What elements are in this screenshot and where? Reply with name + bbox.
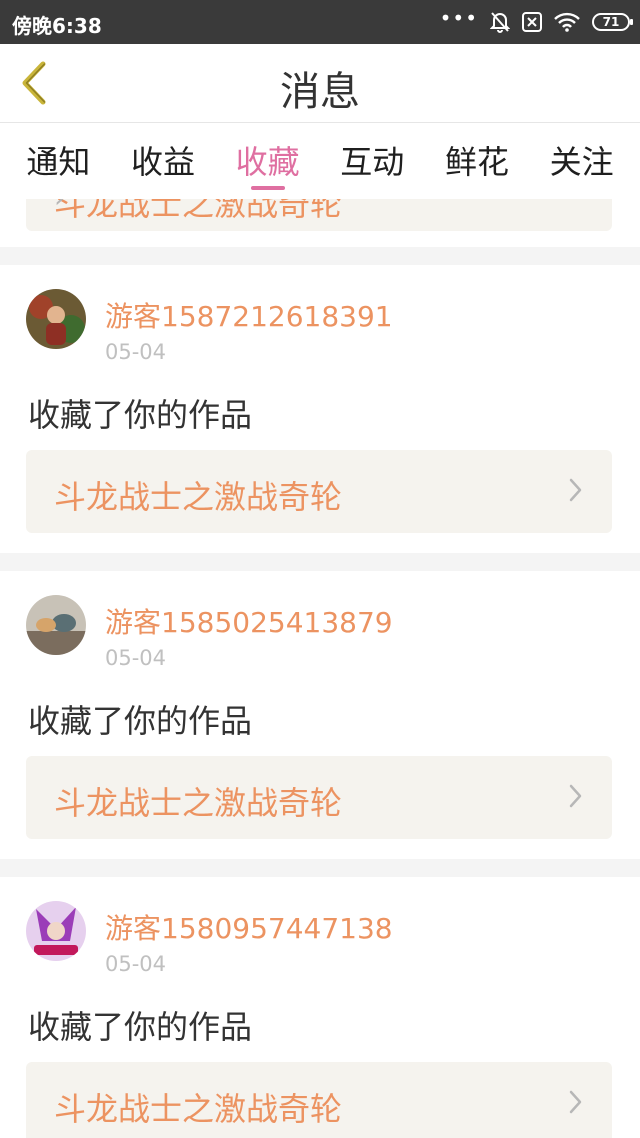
list-item: 游客1587212618391 05-04 收藏了你的作品 斗龙战士之激战奇轮 xyxy=(0,265,640,553)
work-title: 斗龙战士之激战奇轮 xyxy=(54,784,343,822)
tab-label: 互动 xyxy=(340,143,405,181)
avatar[interactable] xyxy=(26,901,86,961)
wifi-icon xyxy=(554,12,580,32)
sim-card-icon xyxy=(522,12,542,32)
user-name[interactable]: 游客1587212618391 xyxy=(105,295,393,335)
tab-earnings[interactable]: 收益 xyxy=(113,123,213,199)
user-name[interactable]: 游客1580957447138 xyxy=(105,907,393,947)
bell-off-icon xyxy=(490,11,510,33)
list-item: 游客1585025413879 05-04 收藏了你的作品 斗龙战士之激战奇轮 xyxy=(0,571,640,859)
partial-list-item: 斗龙战士之激战奇轮 › xyxy=(0,199,640,247)
notification-date: 05-04 xyxy=(105,340,167,364)
list-divider xyxy=(0,247,640,265)
list-divider xyxy=(0,553,640,571)
tab-notice[interactable]: 通知 xyxy=(8,123,108,199)
work-title: 斗龙战士之激战奇轮 xyxy=(54,478,343,516)
chevron-right-icon: › xyxy=(54,199,584,214)
work-title: 斗龙战士之激战奇轮 xyxy=(54,1090,343,1128)
battery-icon: 71 xyxy=(592,13,633,31)
action-text: 收藏了你的作品 xyxy=(28,1008,253,1046)
work-link-card[interactable]: 斗龙战士之激战奇轮 xyxy=(26,756,612,839)
page-title: 消息 xyxy=(280,69,360,115)
tab-flowers[interactable]: 鲜花 xyxy=(427,123,527,199)
list-item: 游客1580957447138 05-04 收藏了你的作品 斗龙战士之激战奇轮 xyxy=(0,877,640,1138)
status-icons: ••• 71 xyxy=(439,6,633,34)
avatar[interactable] xyxy=(26,289,86,349)
more-dots-icon: ••• xyxy=(439,6,478,30)
status-bar: 傍晚6:38 ••• 71 xyxy=(0,0,640,44)
work-link-card[interactable]: 斗龙战士之激战奇轮 xyxy=(26,450,612,533)
avatar[interactable] xyxy=(26,595,86,655)
work-link-card[interactable]: 斗龙战士之激战奇轮 › xyxy=(26,199,612,231)
chevron-right-icon xyxy=(569,784,582,808)
tab-favorites[interactable]: 收藏 xyxy=(218,123,318,199)
tab-label: 鲜花 xyxy=(444,143,509,181)
active-tab-indicator xyxy=(250,186,285,190)
notification-date: 05-04 xyxy=(105,952,167,976)
notification-date: 05-04 xyxy=(105,646,167,670)
app-header: 消息 xyxy=(0,44,640,123)
tab-label: 收益 xyxy=(130,143,195,181)
tab-follow[interactable]: 关注 xyxy=(532,123,632,199)
tab-bar: 通知 收益 收藏 互动 鲜花 关注 xyxy=(0,123,640,199)
user-name[interactable]: 游客1585025413879 xyxy=(105,601,393,641)
notification-list[interactable]: 斗龙战士之激战奇轮 › 游客1587212618391 05-04 收藏了你的作… xyxy=(0,199,640,1138)
work-link-card[interactable]: 斗龙战士之激战奇轮 xyxy=(26,1062,612,1138)
list-divider xyxy=(0,859,640,877)
chevron-right-icon xyxy=(569,478,582,502)
chevron-right-icon xyxy=(569,1090,582,1114)
tab-label: 收藏 xyxy=(235,143,300,181)
tab-label: 通知 xyxy=(26,143,91,181)
tab-interaction[interactable]: 互动 xyxy=(322,123,422,199)
action-text: 收藏了你的作品 xyxy=(28,702,253,740)
status-time: 傍晚6:38 xyxy=(12,14,102,38)
tab-label: 关注 xyxy=(549,143,614,181)
action-text: 收藏了你的作品 xyxy=(28,396,253,434)
